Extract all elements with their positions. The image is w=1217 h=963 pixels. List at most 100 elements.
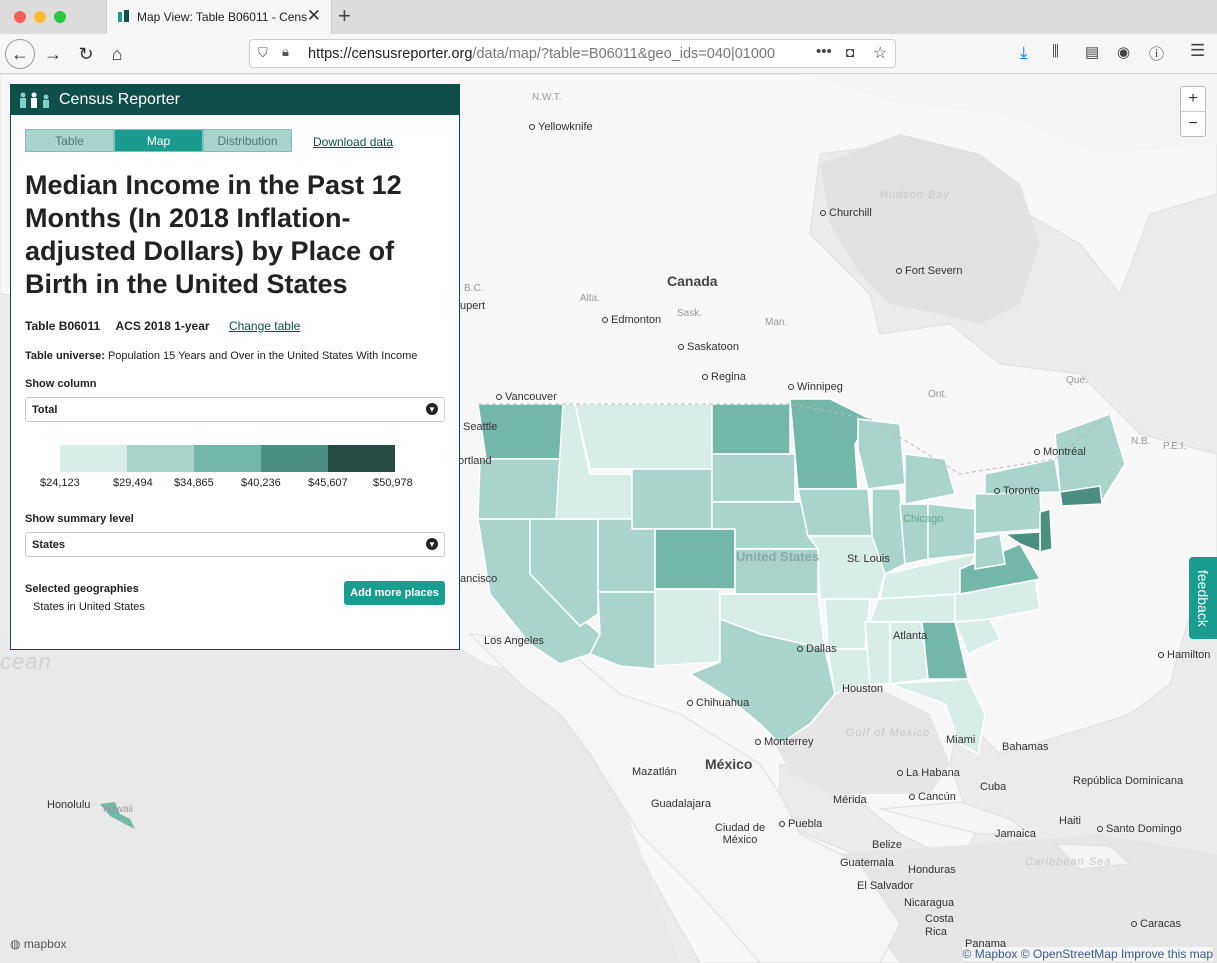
- label-yellowknife: Yellowknife: [529, 121, 593, 133]
- label-regina: Regina: [702, 371, 746, 383]
- table-meta: Table B06011 ACS 2018 1-year Change tabl…: [25, 319, 300, 333]
- state-colorado: [654, 528, 736, 590]
- pocket-icon[interactable]: ◘: [846, 44, 854, 60]
- tab-title: Map View: Table B06011 - Cens: [137, 10, 307, 24]
- legend-swatch: [127, 445, 194, 472]
- column-select-value: Total: [32, 403, 58, 416]
- account-icon[interactable]: ◉: [1117, 43, 1130, 61]
- state-wisconsin: [857, 418, 906, 490]
- panel-header: Census Reporter: [11, 85, 459, 115]
- zoom-in-button[interactable]: +: [1181, 87, 1205, 112]
- label-nicaragua: Nicaragua: [904, 897, 955, 909]
- state-arizona: [588, 591, 656, 670]
- selected-geographies-label: Selected geographies: [25, 583, 139, 595]
- menu-icon[interactable]: ☰: [1190, 41, 1205, 61]
- tab-map[interactable]: Map: [114, 129, 203, 152]
- download-data-link[interactable]: Download data: [313, 135, 393, 149]
- forward-icon[interactable]: →: [40, 41, 66, 67]
- lock-icon[interactable]: 🔒︎: [282, 44, 289, 60]
- label-honolulu: Honolulu: [47, 799, 91, 811]
- zoom-out-button[interactable]: −: [1181, 112, 1205, 136]
- tab-distribution[interactable]: Distribution: [203, 129, 292, 152]
- chevron-down-icon: ▼: [426, 403, 438, 415]
- sidebar-icon[interactable]: ▤: [1085, 43, 1099, 61]
- maximize-window-button[interactable]: [54, 11, 66, 23]
- library-icon[interactable]: ⫼: [1052, 43, 1059, 60]
- view-tabs: Table Map Distribution: [25, 129, 292, 152]
- label-edmonton: Edmonton: [602, 314, 661, 326]
- close-tab-icon[interactable]: ✕: [307, 6, 321, 26]
- chevron-down-icon: ▼: [426, 538, 438, 550]
- universe-value: Population 15 Years and Over in the Unit…: [107, 350, 418, 362]
- bookmark-star-icon[interactable]: ☆: [873, 43, 887, 63]
- legend-labels: $24,123 $29,494 $34,865 $40,236 $45,607 …: [25, 477, 445, 493]
- map-attribution[interactable]: © Mapbox © OpenStreetMap Improve this ma…: [962, 947, 1213, 961]
- url-text[interactable]: https://censusreporter.org/data/map/?tab…: [308, 46, 783, 62]
- mapbox-logo[interactable]: ◍ mapbox: [10, 937, 67, 951]
- add-more-places-button[interactable]: Add more places: [344, 581, 445, 605]
- minimize-window-button[interactable]: [34, 11, 46, 23]
- label-mazatlan: Mazatlán: [632, 766, 677, 778]
- label-toronto: Toronto: [994, 485, 1040, 497]
- label-los-angeles: Los Angeles: [484, 635, 544, 647]
- show-column-label: Show column: [25, 378, 97, 390]
- legend-swatch: [194, 445, 261, 472]
- label-fort-severn: Fort Severn: [896, 265, 962, 277]
- label-honduras: Honduras: [908, 864, 956, 876]
- label-jamaica: Jamaica: [995, 828, 1036, 840]
- state-west-virginia: [974, 533, 1006, 570]
- brand-name[interactable]: Census Reporter: [59, 91, 180, 109]
- label-alta: Alta.: [580, 293, 601, 304]
- state-tennessee: [868, 593, 961, 623]
- change-table-link[interactable]: Change table: [229, 319, 300, 333]
- label-montreal: Montréal: [1034, 446, 1086, 458]
- label-ont: Ont.: [928, 389, 947, 400]
- info-icon[interactable]: ⓘ: [1149, 43, 1164, 64]
- feedback-tab[interactable]: feedback: [1189, 557, 1217, 639]
- label-hudson-bay: Hudson Bay: [880, 189, 950, 201]
- label-costa-rica: Costa Rica: [925, 913, 954, 938]
- label-hawaii: Hawaii: [103, 804, 134, 815]
- legend-label: $29,494: [113, 477, 153, 489]
- label-rupert: upert: [460, 300, 486, 312]
- label-guadalajara: Guadalajara: [651, 798, 711, 810]
- shield-icon[interactable]: ⛉: [258, 45, 268, 61]
- page-actions-icon[interactable]: •••: [816, 43, 832, 60]
- state-south-dakota: [711, 453, 796, 503]
- summary-level-select[interactable]: States ▼: [25, 532, 445, 557]
- home-icon[interactable]: ⌂: [104, 41, 130, 67]
- state-mississippi: [864, 621, 891, 685]
- column-select[interactable]: Total ▼: [25, 397, 445, 422]
- label-belize: Belize: [872, 839, 902, 851]
- label-la-habana: La Habana: [897, 767, 960, 779]
- download-icon[interactable]: ⤓: [1020, 43, 1028, 63]
- label-st-louis: St. Louis: [847, 553, 890, 565]
- legend-label: $50,978: [373, 477, 413, 489]
- label-hamilton: Hamilton: [1158, 649, 1210, 661]
- url-bar[interactable]: ⛉ 🔒︎ https://censusreporter.org/data/map…: [249, 39, 896, 68]
- state-arkansas: [824, 598, 871, 650]
- label-sask: Sask.: [677, 308, 703, 319]
- label-santo-domingo: Santo Domingo: [1097, 823, 1182, 835]
- label-san-francisco: ancisco: [460, 573, 498, 585]
- label-monterrey: Monterrey: [755, 736, 814, 748]
- label-ciudad-de-mexico: Ciudad de México: [714, 822, 766, 846]
- new-tab-icon[interactable]: +: [338, 3, 351, 29]
- close-window-button[interactable]: [14, 11, 26, 23]
- tab-table[interactable]: Table: [25, 129, 114, 152]
- browser-tab[interactable]: Map View: Table B06011 - Cens ✕: [106, 0, 332, 34]
- legend-label: $40,236: [241, 477, 281, 489]
- table-universe: Table universe: Population 15 Years and …: [25, 350, 417, 362]
- page-title: Median Income in the Past 12 Months (In …: [25, 170, 402, 299]
- back-icon[interactable]: ←: [5, 39, 35, 69]
- label-merida: Mérida: [833, 794, 867, 806]
- label-churchill: Churchill: [820, 207, 872, 219]
- color-legend: [60, 445, 395, 472]
- label-canada: Canada: [667, 273, 718, 289]
- label-bc: B.C.: [464, 283, 484, 294]
- label-el-salvador: El Salvador: [857, 880, 914, 892]
- reload-icon[interactable]: ↻: [73, 41, 99, 67]
- universe-label: Table universe:: [25, 350, 105, 362]
- label-man: Man.: [765, 317, 788, 328]
- label-atlanta: Atlanta: [893, 630, 928, 642]
